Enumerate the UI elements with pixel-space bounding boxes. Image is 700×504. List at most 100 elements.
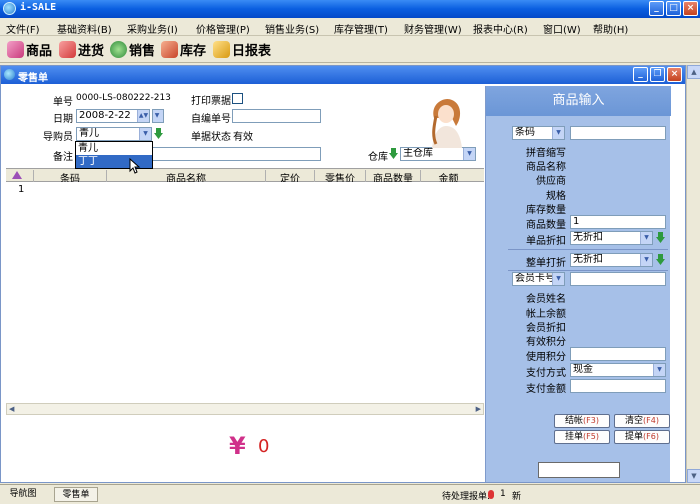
col-barcode[interactable]: 条码	[33, 170, 106, 185]
order-no-label: 单号	[53, 97, 73, 108]
horizontal-scrollbar[interactable]: ◀ ▶	[6, 403, 484, 415]
menu-reports[interactable]: 报表中心(R)	[473, 21, 528, 36]
checkout-button[interactable]: 结帐(F3)	[554, 414, 610, 428]
date-picker-button[interactable]: ▼	[152, 109, 164, 123]
clear-button[interactable]: 清空(F4)	[614, 414, 670, 428]
chevron-down-icon: ▼	[153, 110, 163, 122]
toolbar-goods-button[interactable]: 商品	[7, 39, 52, 59]
popup-tooltip	[538, 462, 620, 478]
remark-label: 备注	[53, 152, 73, 163]
alert-icon	[488, 490, 494, 499]
grid-body[interactable]: 1	[6, 182, 484, 402]
minimize-icon[interactable]: _	[649, 1, 664, 16]
use-points-input[interactable]	[570, 347, 666, 361]
close-icon[interactable]: ×	[683, 1, 698, 16]
payment-method-value: 现金	[573, 364, 593, 375]
custom-no-input[interactable]	[232, 109, 321, 123]
item-discount-value: 无折扣	[573, 232, 603, 243]
search-type-select[interactable]: 条码 ▼	[512, 126, 565, 140]
menu-sales[interactable]: 销售业务(S)	[265, 21, 319, 36]
guide-dropdown-list[interactable]: 青儿 丁丁	[75, 141, 153, 169]
divider	[508, 249, 668, 250]
member-discount-label: 会员折扣	[526, 323, 566, 334]
child-minimize-icon[interactable]: _	[633, 67, 648, 82]
sort-triangle-icon[interactable]	[12, 171, 22, 179]
quantity-input[interactable]: 1	[570, 215, 666, 229]
grid-header: 条码 商品名称 定价 零售价 商品数量 金额	[6, 168, 484, 185]
member-card-input[interactable]	[570, 272, 666, 286]
toolbar-purchase-label: 进货	[78, 43, 105, 59]
toolbar-inventory-button[interactable]: 库存	[161, 39, 206, 59]
child-restore-icon[interactable]: ❐	[650, 67, 665, 82]
currency-symbol: ¥	[229, 432, 246, 460]
menu-finance[interactable]: 财务管理(W)	[404, 21, 462, 36]
child-close-icon[interactable]: ×	[667, 67, 682, 82]
assistant-avatar-icon	[432, 98, 462, 148]
payment-method-select[interactable]: 现金 ▼	[570, 363, 666, 377]
toolbar-daily-report-label: 日报表	[232, 43, 272, 59]
guide-option[interactable]: 青儿	[76, 142, 152, 155]
print-receipt-checkbox[interactable]	[232, 93, 243, 104]
search-input[interactable]	[570, 126, 666, 140]
retail-order-tab[interactable]: 零售单	[54, 487, 98, 502]
status-bar: 导航图 零售单 待处理报单: 1 新	[0, 484, 700, 504]
quantity-label: 商品数量	[526, 220, 566, 231]
status-tail-text: 新	[512, 492, 522, 502]
toolbar-purchase-button[interactable]: 进货	[59, 39, 104, 59]
app-titlebar: i-SALE _ □ ×	[0, 0, 700, 18]
whole-discount-select[interactable]: 无折扣 ▼	[570, 253, 653, 267]
col-list-price[interactable]: 定价	[265, 170, 314, 185]
scroll-down-icon[interactable]: ▼	[687, 469, 700, 483]
account-balance-label: 帐上余额	[526, 309, 566, 320]
green-down-arrow-icon[interactable]	[389, 148, 398, 159]
green-down-arrow-icon[interactable]	[154, 128, 163, 139]
custom-no-label: 自编单号	[191, 114, 231, 125]
menu-help[interactable]: 帮助(H)	[593, 21, 628, 36]
app-title: i-SALE	[20, 2, 57, 13]
payment-method-label: 支付方式	[526, 368, 566, 379]
scroll-up-icon[interactable]: ▲	[687, 65, 700, 79]
menu-file[interactable]: 文件(F)	[6, 21, 40, 36]
child-title: 零售单	[18, 73, 48, 84]
maximize-icon[interactable]: □	[666, 1, 681, 16]
guide-select[interactable]: 青儿 ▼	[76, 127, 152, 141]
total-amount: 0	[258, 436, 270, 457]
date-spin-icon[interactable]: ▲▼	[137, 110, 149, 122]
warehouse-select[interactable]: 主仓库 ▼	[400, 147, 476, 161]
table-row-index: 1	[18, 184, 25, 195]
col-amount[interactable]: 金额	[420, 170, 476, 185]
guide-selected-value: 青儿	[79, 128, 99, 139]
menu-purchase[interactable]: 采购业务(I)	[127, 21, 178, 36]
toolbar-daily-report-button[interactable]: 日报表	[213, 39, 271, 59]
app-icon	[3, 2, 16, 15]
nav-map-tab[interactable]: 导航图	[2, 487, 44, 502]
item-discount-select[interactable]: 无折扣 ▼	[570, 231, 653, 245]
pinyin-label: 拼音缩写	[526, 148, 566, 159]
menu-inventory[interactable]: 库存管理(T)	[334, 21, 388, 36]
menu-price[interactable]: 价格管理(P)	[196, 21, 250, 36]
sales-icon	[110, 40, 127, 58]
print-receipt-label: 打印票据	[191, 96, 231, 107]
vertical-scrollbar[interactable]: ▲ ▼	[686, 65, 700, 483]
window-icon	[4, 69, 15, 80]
date-field[interactable]: 2008-2-22 ▲▼	[76, 109, 150, 123]
toolbar-sales-button[interactable]: 销售	[110, 39, 155, 59]
green-down-arrow-icon[interactable]	[656, 254, 665, 265]
hold-order-button[interactable]: 挂单(F5)	[554, 430, 610, 444]
menu-window[interactable]: 窗口(W)	[543, 21, 581, 36]
menu-basic[interactable]: 基础资料(B)	[57, 21, 112, 36]
status-label: 单据状态	[191, 132, 231, 143]
payment-amount-input[interactable]	[570, 379, 666, 393]
col-quantity[interactable]: 商品数量	[365, 170, 420, 185]
col-retail-price[interactable]: 零售价	[314, 170, 365, 185]
panel-title: 商品输入	[486, 86, 671, 116]
green-down-arrow-icon[interactable]	[656, 232, 665, 243]
quantity-value: 1	[573, 216, 580, 227]
retrieve-order-button[interactable]: 提单(F6)	[614, 430, 670, 444]
inventory-icon	[161, 40, 178, 58]
divider	[508, 270, 668, 271]
chevron-down-icon: ▼	[640, 232, 652, 244]
member-type-select[interactable]: 会员卡号 ▼	[512, 272, 565, 286]
member-name-label: 会员姓名	[526, 294, 566, 305]
date-value: 2008-2-22	[79, 110, 131, 121]
